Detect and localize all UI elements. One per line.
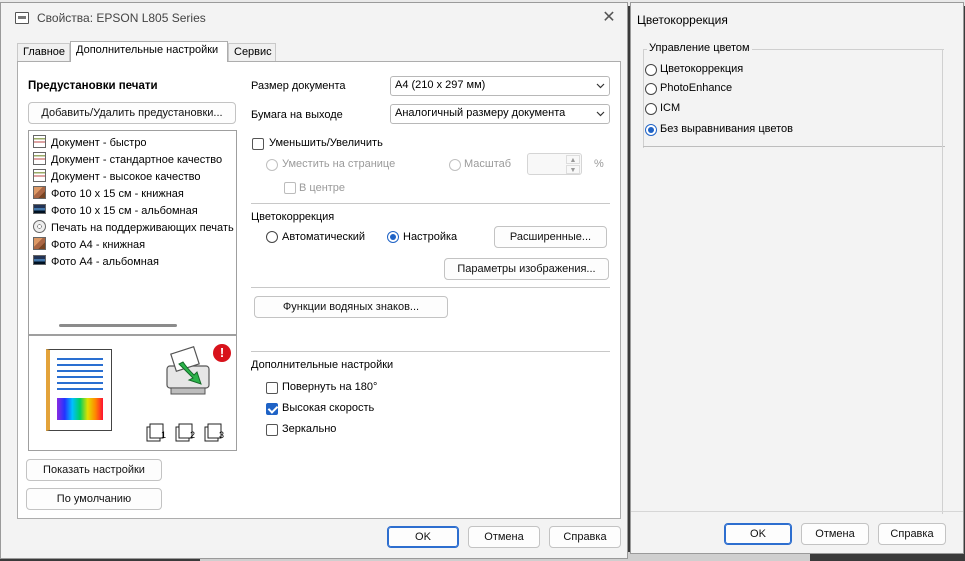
dialog-title: Свойства: EPSON L805 Series [37, 11, 206, 25]
custom-color-radio[interactable] [387, 231, 399, 243]
additional-settings-title: Дополнительные настройки [251, 359, 394, 371]
divider [251, 351, 610, 352]
disc-icon [33, 220, 46, 233]
color-correction-title: Цветокоррекция [251, 211, 335, 223]
ok-button[interactable]: OK [724, 523, 792, 545]
scale-radio[interactable] [449, 159, 461, 171]
image-options-button[interactable]: Параметры изображения... [444, 258, 609, 280]
mirror-label: Зеркально [282, 423, 337, 435]
high-speed-label: Высокая скорость [282, 402, 375, 414]
ok-button[interactable]: OK [387, 526, 459, 548]
help-button[interactable]: Справка [549, 526, 621, 548]
document-size-select[interactable]: A4 (210 x 297 мм) [390, 76, 610, 96]
horizontal-scrollbar[interactable] [59, 324, 177, 327]
printer-icon [15, 12, 29, 24]
document-size-label: Размер документа [251, 80, 346, 92]
dialog-title: Цветокоррекция [637, 13, 728, 27]
high-speed-checkbox[interactable] [266, 403, 278, 415]
divider [251, 287, 610, 288]
auto-color-radio[interactable] [266, 231, 278, 243]
photoenhance-radio[interactable] [645, 83, 657, 95]
tab-advanced-settings[interactable]: Дополнительные настройки [70, 41, 228, 62]
cancel-button[interactable]: Отмена [468, 526, 540, 548]
print-preview: ! 1 2 3 [28, 335, 237, 451]
list-item[interactable]: Документ - быстро [33, 135, 147, 151]
copy-order-icon-3: 3 [204, 423, 224, 442]
list-item[interactable]: Документ - высокое качество [33, 169, 200, 185]
help-button[interactable]: Справка [878, 523, 946, 545]
close-icon[interactable]: ✕ [597, 7, 621, 29]
icm-radio[interactable] [645, 103, 657, 115]
cancel-button[interactable]: Отмена [801, 523, 869, 545]
list-item[interactable]: Фото A4 - альбомная [33, 254, 159, 270]
svg-text:1: 1 [161, 430, 166, 440]
color-correction-dialog: Цветокоррекция Управление цветом Цветоко… [630, 2, 964, 554]
color-management-group: Управление цветом Цветокоррекция PhotoEn… [643, 42, 945, 149]
color-correction-radio[interactable] [645, 64, 657, 76]
document-icon [33, 135, 46, 148]
center-checkbox[interactable] [284, 182, 296, 194]
color-management-title: Управление цветом [647, 42, 752, 54]
list-item[interactable]: Фото 10 x 15 см - книжная [33, 186, 184, 202]
spin-up-icon[interactable]: ▲ [566, 155, 580, 164]
no-color-adjustment-radio[interactable] [645, 124, 657, 136]
scale-spinbox[interactable]: ▲ ▼ [527, 153, 582, 175]
defaults-button[interactable]: По умолчанию [26, 488, 162, 510]
photo-landscape-icon [33, 255, 46, 265]
document-icon [33, 152, 46, 165]
photo-landscape-icon [33, 204, 46, 214]
reduce-enlarge-label: Уменьшить/Увеличить [269, 137, 383, 149]
custom-color-label: Настройка [403, 231, 458, 243]
copy-order-icon-2: 2 [175, 423, 195, 442]
center-label: В центре [299, 182, 346, 194]
color-correction-label: Цветокоррекция [660, 63, 744, 75]
list-item[interactable]: Фото A4 - книжная [33, 237, 145, 253]
paper-preview-icon [46, 349, 112, 431]
divider [251, 203, 610, 204]
icm-label: ICM [660, 102, 681, 114]
printer-output-icon [166, 345, 210, 395]
percent-label: % [594, 158, 604, 170]
presets-title: Предустановки печати [28, 80, 158, 92]
divider [942, 49, 943, 514]
chevron-down-icon [596, 83, 605, 89]
copy-order-icon-1: 1 [146, 423, 166, 442]
show-settings-button[interactable]: Показать настройки [26, 459, 162, 481]
warning-icon: ! [213, 344, 231, 362]
mirror-checkbox[interactable] [266, 424, 278, 436]
fit-page-radio[interactable] [266, 159, 278, 171]
preset-list: Документ - быстро Документ - стандартное… [28, 130, 237, 335]
title-bar[interactable]: Свойства: EPSON L805 Series ✕ [1, 3, 627, 33]
photo-portrait-icon [33, 237, 46, 250]
no-color-adjustment-label: Без выравнивания цветов [660, 123, 793, 135]
list-item[interactable]: Документ - стандартное качество [33, 152, 222, 168]
reduce-enlarge-checkbox[interactable] [252, 138, 264, 150]
svg-text:2: 2 [190, 430, 195, 440]
output-paper-label: Бумага на выходе [251, 109, 343, 121]
list-item[interactable]: Печать на поддерживающих печать [33, 220, 234, 236]
scale-label: Масштаб [464, 158, 512, 170]
spin-down-icon[interactable]: ▼ [566, 165, 580, 174]
photo-portrait-icon [33, 186, 46, 199]
tab-main[interactable]: Главное [17, 43, 70, 61]
chevron-down-icon [596, 111, 605, 117]
output-paper-select[interactable]: Аналогичный размеру документа [390, 104, 610, 124]
advanced-color-button[interactable]: Расширенные... [494, 226, 607, 248]
list-item[interactable]: Фото 10 x 15 см - альбомная [33, 203, 198, 219]
svg-text:3: 3 [219, 430, 224, 440]
divider [631, 511, 963, 512]
add-remove-presets-button[interactable]: Добавить/Удалить предустановки... [28, 102, 236, 124]
auto-color-label: Автоматический [282, 231, 366, 243]
printer-properties-dialog: Свойства: EPSON L805 Series ✕ Главное До… [0, 2, 628, 559]
advanced-settings-panel: Предустановки печати Добавить/Удалить пр… [17, 61, 621, 519]
rotate-180-checkbox[interactable] [266, 382, 278, 394]
photoenhance-label: PhotoEnhance [660, 82, 733, 94]
fit-page-label: Уместить на странице [282, 158, 396, 170]
watermark-features-button[interactable]: Функции водяных знаков... [254, 296, 448, 318]
tab-service[interactable]: Сервис [228, 43, 276, 61]
rotate-180-label: Повернуть на 180° [282, 381, 378, 393]
document-icon [33, 169, 46, 182]
